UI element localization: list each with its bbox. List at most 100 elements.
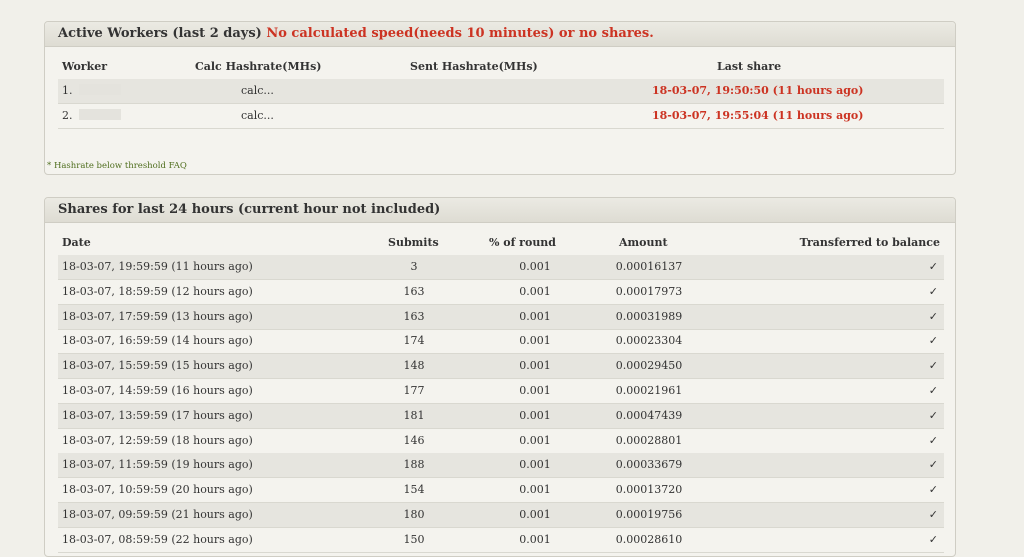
share-submits: 148 xyxy=(403,359,425,373)
shares-panel: Shares for last 24 hours (current hour n… xyxy=(44,197,956,557)
share-pct-round: 0.001 xyxy=(519,284,551,298)
share-amount: 0.00028610 xyxy=(615,532,683,546)
share-date: 18-03-07, 09:59:59 (21 hours ago) xyxy=(62,508,253,521)
share-date: 18-03-07, 13:59:59 (17 hours ago) xyxy=(62,408,253,422)
worker-calc-hashrate: calc... xyxy=(241,84,274,97)
share-amount: 0.00017973 xyxy=(615,284,683,298)
share-pct-round: 0.001 xyxy=(519,260,551,273)
share-row: 18-03-07, 09:59:59 (21 hours ago) 180 0.00… xyxy=(58,503,944,528)
transferred-check-icon: ✓ xyxy=(928,458,938,472)
transferred-check-icon: ✓ xyxy=(928,260,938,273)
transferred-check-icon: ✓ xyxy=(928,384,938,397)
shares-title: Shares for last 24 hours (current hour n… xyxy=(58,202,441,217)
share-row: 18-03-07, 08:59:59 (22 hours ago) 150 0.00… xyxy=(58,528,944,553)
share-date: 18-03-07, 17:59:59 (13 hours ago) xyxy=(62,309,253,323)
share-submits: 154 xyxy=(403,483,425,497)
share-date: 18-03-07, 12:59:59 (18 hours ago) xyxy=(62,433,253,447)
col-sent-hashrate: Sent Hashrate(MHs) xyxy=(410,60,538,73)
share-date: 18-03-07, 19:59:59 (11 hours ago) xyxy=(62,260,253,273)
share-pct-round: 0.001 xyxy=(519,458,551,472)
share-amount: 0.00016137 xyxy=(615,260,683,273)
share-submits: 181 xyxy=(403,408,425,422)
worker-row: 1. calc... 18-03-07, 19:50:50 (11 hours … xyxy=(58,79,944,104)
col-worker: Worker xyxy=(62,60,108,73)
active-workers-title: Active Workers (last 2 days) xyxy=(58,26,262,41)
redacted-worker-name xyxy=(78,109,121,120)
hashrate-footnote: * Hashrate below threshold FAQ xyxy=(47,161,187,171)
transferred-check-icon: ✓ xyxy=(928,284,938,298)
share-pct-round: 0.001 xyxy=(519,309,551,323)
col-last-share: Last share xyxy=(717,60,782,73)
active-workers-panel: Active Workers (last 2 days) No calculat… xyxy=(44,21,956,175)
share-amount: 0.00029450 xyxy=(615,359,683,373)
worker-last-share: 18-03-07, 19:55:04 (11 hours ago) xyxy=(652,109,864,122)
col-submits: Submits xyxy=(388,236,439,249)
share-amount: 0.00019756 xyxy=(615,508,683,521)
share-date: 18-03-07, 08:59:59 (22 hours ago) xyxy=(62,532,253,546)
redacted-worker-name xyxy=(78,84,121,95)
share-submits: 177 xyxy=(403,384,425,397)
shares-table-header: Date Submits % of round Amount Transferr… xyxy=(58,231,944,255)
transferred-check-icon: ✓ xyxy=(928,433,938,447)
col-amount: Amount xyxy=(619,236,668,249)
share-submits: 188 xyxy=(403,458,425,472)
share-row: 18-03-07, 19:59:59 (11 hours ago) 3 0.001 0… xyxy=(58,255,944,280)
share-submits: 163 xyxy=(403,284,425,298)
active-workers-header: Active Workers (last 2 days) No calculat… xyxy=(45,22,955,47)
share-date: 18-03-07, 18:59:59 (12 hours ago) xyxy=(62,284,253,298)
share-pct-round: 0.001 xyxy=(519,532,551,546)
transferred-check-icon: ✓ xyxy=(928,309,938,323)
share-row: 18-03-07, 13:59:59 (17 hours ago) 181 0.00… xyxy=(58,403,944,429)
share-row: 18-03-07, 17:59:59 (13 hours ago) 163 0.00… xyxy=(58,304,944,330)
share-amount: 0.00033679 xyxy=(615,458,683,472)
share-submits: 3 xyxy=(410,260,418,273)
share-submits: 174 xyxy=(403,334,425,348)
share-submits: 163 xyxy=(403,309,425,323)
worker-name: 2. xyxy=(62,109,73,122)
transferred-check-icon: ✓ xyxy=(928,334,938,348)
share-amount: 0.00028801 xyxy=(615,433,683,447)
share-date: 18-03-07, 15:59:59 (15 hours ago) xyxy=(62,359,253,373)
worker-name: 1. xyxy=(62,84,73,97)
worker-last-share: 18-03-07, 19:50:50 (11 hours ago) xyxy=(652,84,864,97)
share-pct-round: 0.001 xyxy=(519,433,551,447)
transferred-check-icon: ✓ xyxy=(928,408,938,422)
share-pct-round: 0.001 xyxy=(519,508,551,521)
share-row: 18-03-07, 16:59:59 (14 hours ago) 174 0.00… xyxy=(58,329,944,355)
share-amount: 0.00013720 xyxy=(615,483,683,497)
hashrate-faq-link[interactable]: Hashrate below threshold FAQ xyxy=(54,161,187,171)
share-row: 18-03-07, 18:59:59 (12 hours ago) 163 0.00… xyxy=(58,280,944,305)
share-date: 18-03-07, 14:59:59 (16 hours ago) xyxy=(62,384,253,397)
shares-header: Shares for last 24 hours (current hour n… xyxy=(45,198,955,223)
share-amount: 0.00023304 xyxy=(615,334,683,348)
share-row: 18-03-07, 11:59:59 (19 hours ago) 188 0.00… xyxy=(58,453,944,479)
share-submits: 180 xyxy=(403,508,425,521)
share-amount: 0.00021961 xyxy=(615,384,683,397)
share-amount: 0.00047439 xyxy=(615,408,683,422)
workers-table-header: Worker Calc Hashrate(MHs) Sent Hashrate(… xyxy=(58,55,944,79)
share-pct-round: 0.001 xyxy=(519,408,551,422)
col-date: Date xyxy=(62,236,91,249)
share-pct-round: 0.001 xyxy=(519,483,551,497)
share-date: 18-03-07, 10:59:59 (20 hours ago) xyxy=(62,483,253,497)
share-date: 18-03-07, 16:59:59 (14 hours ago) xyxy=(62,334,253,348)
no-speed-warning: No calculated speed(needs 10 minutes) or… xyxy=(266,26,654,41)
share-row: 18-03-07, 14:59:59 (16 hours ago) 177 0.00… xyxy=(58,379,944,404)
share-submits: 150 xyxy=(403,532,425,546)
transferred-check-icon: ✓ xyxy=(928,532,938,546)
worker-row: 2. calc... 18-03-07, 19:55:04 (11 hours … xyxy=(58,104,944,129)
share-row: 18-03-07, 12:59:59 (18 hours ago) 146 0.00… xyxy=(58,429,944,454)
share-row: 18-03-07, 15:59:59 (15 hours ago) 148 0.00… xyxy=(58,354,944,380)
footnote-prefix: * xyxy=(47,161,54,171)
share-submits: 146 xyxy=(403,433,425,447)
share-date: 18-03-07, 11:59:59 (19 hours ago) xyxy=(62,458,253,472)
share-pct-round: 0.001 xyxy=(519,384,551,397)
share-pct-round: 0.001 xyxy=(519,334,551,348)
share-amount: 0.00031989 xyxy=(615,309,683,323)
share-row: 18-03-07, 10:59:59 (20 hours ago) 154 0.00… xyxy=(58,478,944,504)
transferred-check-icon: ✓ xyxy=(928,508,938,521)
col-pct-round: % of round xyxy=(489,236,556,249)
col-calc-hashrate: Calc Hashrate(MHs) xyxy=(195,60,322,73)
transferred-check-icon: ✓ xyxy=(928,483,938,497)
worker-calc-hashrate: calc... xyxy=(241,109,274,122)
